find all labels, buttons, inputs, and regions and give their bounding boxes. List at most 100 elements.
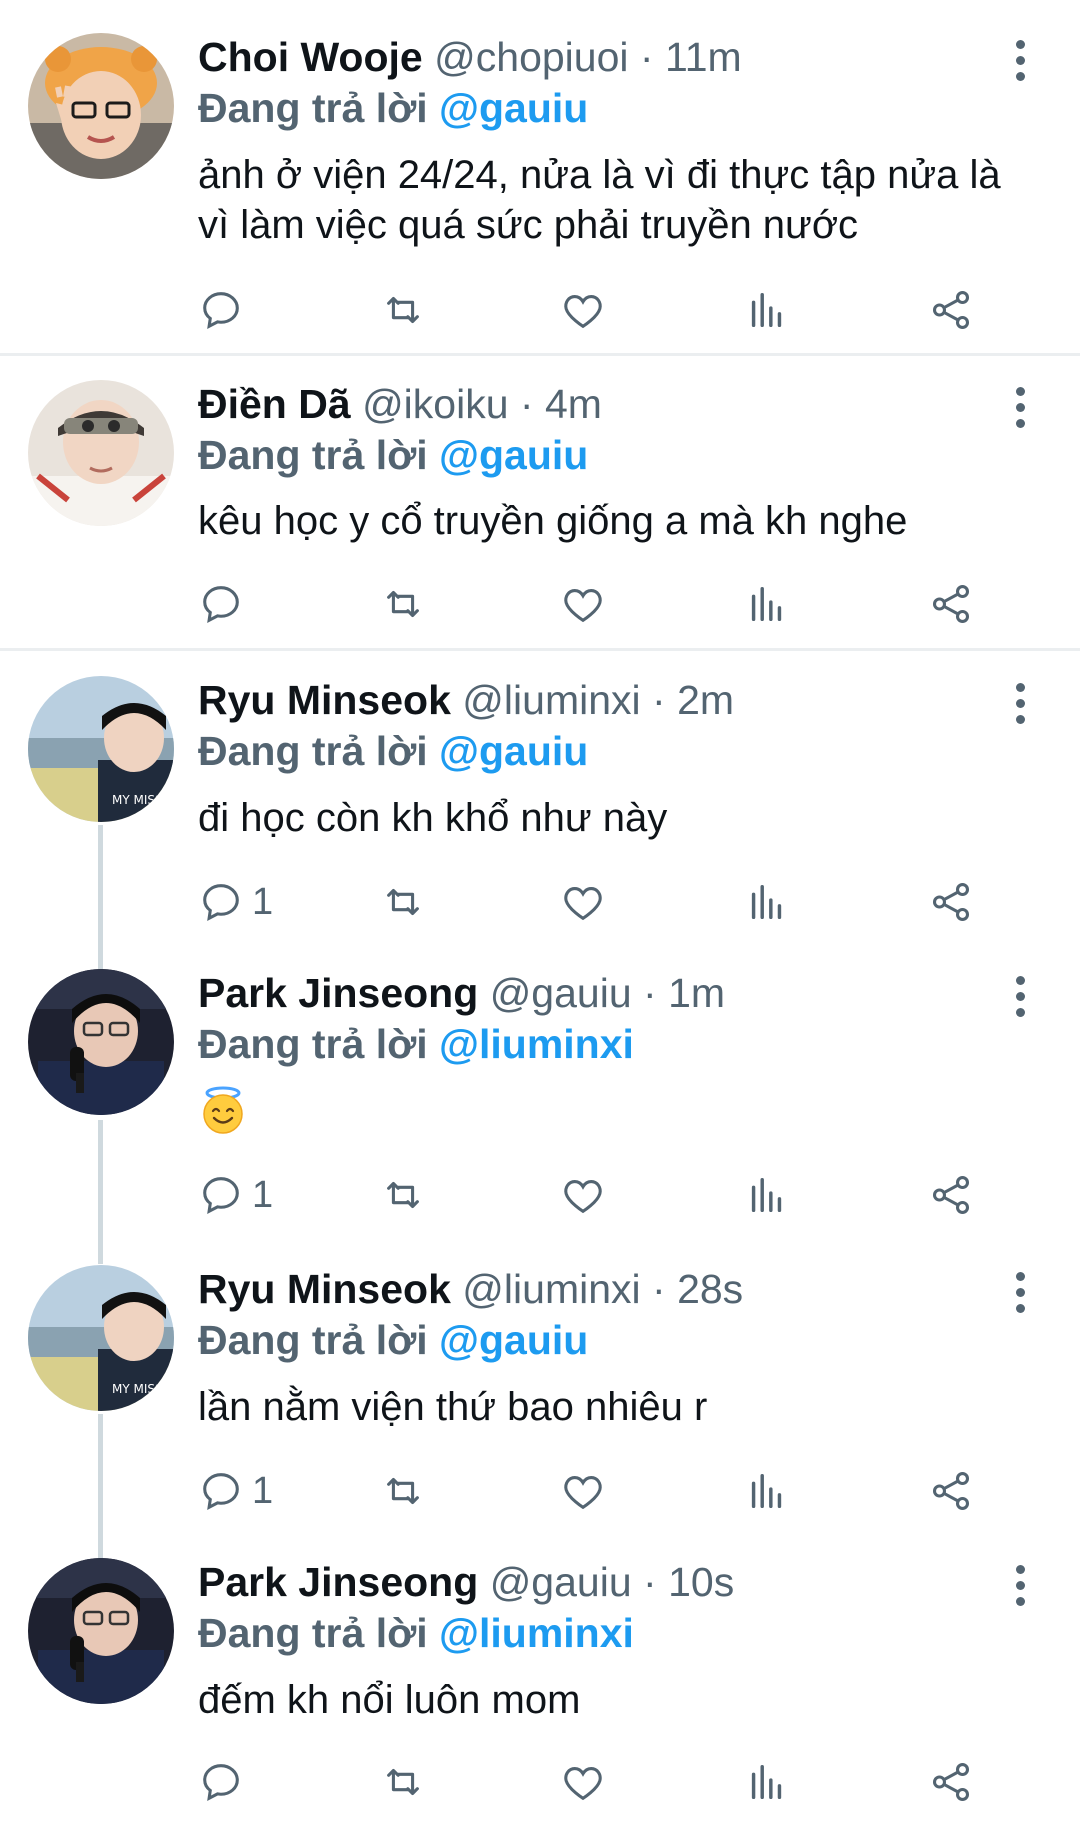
reply-button[interactable] — [198, 1754, 252, 1810]
display-name[interactable]: Điền Dã — [198, 381, 351, 427]
share-icon — [932, 585, 970, 623]
display-name[interactable]: Ryu Minseok — [198, 1266, 451, 1312]
retweet-button[interactable] — [380, 1463, 426, 1519]
timestamp[interactable]: · 4m — [520, 381, 602, 427]
tweet[interactable]: Park Jinseong @gauiu · 10s Đang trả lời … — [0, 1534, 1080, 1823]
more-icon[interactable] — [1008, 1555, 1032, 1615]
more-icon[interactable] — [1008, 1262, 1032, 1322]
tweet-text: lần nằm viện thứ bao nhiêu r — [198, 1385, 708, 1429]
mention-link[interactable]: @gauiu — [439, 85, 588, 131]
reply-icon — [203, 884, 239, 922]
retweet-icon — [387, 590, 419, 618]
reply-button[interactable]: 1 — [198, 874, 273, 930]
action-bar — [198, 1754, 1028, 1810]
timestamp[interactable]: · 10s — [643, 1559, 734, 1605]
reply-label: Đang trả lời — [198, 1317, 428, 1363]
retweet-button[interactable] — [380, 576, 426, 632]
share-button[interactable] — [928, 576, 974, 632]
retweet-button[interactable] — [380, 1754, 426, 1810]
more-icon[interactable] — [1008, 377, 1032, 437]
tweet-text: kêu học y cổ truyền giống a mà kh nghe — [198, 499, 908, 543]
display-name[interactable]: Park Jinseong — [198, 970, 478, 1016]
display-name[interactable]: Park Jinseong — [198, 1559, 478, 1605]
tweet[interactable]: Park Jinseong @gauiu · 1m Đang trả lời @… — [0, 945, 1080, 1237]
views-button[interactable] — [744, 576, 790, 632]
retweet-button[interactable] — [380, 1167, 426, 1223]
views-icon — [751, 1764, 782, 1800]
action-bar — [198, 576, 1028, 632]
tweet[interactable]: Choi Wooje @chopiuoi · 11m Đang trả lời … — [0, 0, 1080, 350]
views-button[interactable] — [744, 1167, 790, 1223]
reply-count: 1 — [252, 1173, 274, 1216]
user-handle[interactable]: @ikoiku — [362, 381, 508, 427]
tweet-header: Park Jinseong @gauiu · 1m — [198, 969, 725, 1017]
user-handle[interactable]: @chopiuoi — [434, 34, 628, 80]
retweet-icon — [387, 1768, 419, 1796]
retweet-icon — [387, 888, 419, 916]
mention-link[interactable]: @liuminxi — [439, 1610, 634, 1656]
timestamp[interactable]: · 28s — [652, 1266, 743, 1312]
display-name[interactable]: Choi Wooje — [198, 34, 423, 80]
replying-to: Đang trả lời @liuminxi — [198, 1020, 634, 1068]
display-name[interactable]: Ryu Minseok — [198, 677, 451, 723]
action-bar: 1 — [198, 1167, 1028, 1223]
user-handle[interactable]: @liuminxi — [462, 677, 640, 723]
share-button[interactable] — [928, 1754, 974, 1810]
reply-button[interactable] — [198, 576, 252, 632]
tweet[interactable]: MY MISSION Ryu Minseok @liuminxi · 2m Đa… — [0, 651, 1080, 943]
avatar[interactable] — [28, 380, 174, 526]
tweet[interactable]: Điền Dã @ikoiku · 4m Đang trả lời @gauiu… — [0, 356, 1080, 646]
like-button[interactable] — [560, 1167, 606, 1223]
views-button[interactable] — [744, 1463, 790, 1519]
mention-link[interactable]: @gauiu — [439, 1317, 588, 1363]
mention-link[interactable]: @gauiu — [439, 432, 588, 478]
share-button[interactable] — [928, 874, 974, 930]
like-button[interactable] — [560, 1754, 606, 1810]
user-handle[interactable]: @gauiu — [490, 1559, 632, 1605]
timestamp[interactable]: · 1m — [643, 970, 725, 1016]
retweet-button[interactable] — [380, 282, 426, 338]
reply-label: Đang trả lời — [198, 1610, 428, 1656]
replying-to: Đang trả lời @liuminxi — [198, 1609, 634, 1657]
share-button[interactable] — [928, 1167, 974, 1223]
smiling-face-with-halo-emoji — [203, 1086, 243, 1134]
tweet-text: đếm kh nổi luôn mom — [198, 1678, 581, 1722]
views-button[interactable] — [744, 282, 790, 338]
more-icon[interactable] — [1008, 673, 1032, 733]
reply-button[interactable]: 1 — [198, 1167, 273, 1223]
more-icon[interactable] — [1008, 30, 1032, 90]
replying-to: Đang trả lời @gauiu — [198, 431, 588, 479]
retweet-icon — [387, 1477, 419, 1505]
reply-button[interactable] — [198, 282, 252, 338]
avatar[interactable] — [28, 1558, 174, 1704]
like-button[interactable] — [560, 576, 606, 632]
reply-button[interactable]: 1 — [198, 1463, 273, 1519]
user-handle[interactable]: @gauiu — [490, 970, 632, 1016]
tweet[interactable]: MY MISSION Ryu Minseok @liuminxi · 28s Đ… — [0, 1240, 1080, 1532]
action-bar: 1 — [198, 1463, 1028, 1519]
action-bar: 1 — [198, 874, 1028, 930]
avatar[interactable] — [28, 969, 174, 1115]
like-button[interactable] — [560, 1463, 606, 1519]
avatar[interactable]: MY MISSION — [28, 676, 174, 822]
replying-to: Đang trả lời @gauiu — [198, 1316, 588, 1364]
more-icon[interactable] — [1008, 966, 1032, 1026]
share-button[interactable] — [928, 1463, 974, 1519]
views-icon — [751, 292, 782, 328]
like-button[interactable] — [560, 282, 606, 338]
mention-link[interactable]: @liuminxi — [439, 1021, 634, 1067]
timestamp[interactable]: · 11m — [640, 34, 742, 80]
avatar[interactable]: MY MISSION — [28, 1265, 174, 1411]
share-button[interactable] — [928, 282, 974, 338]
views-icon — [751, 884, 782, 920]
user-handle[interactable]: @liuminxi — [462, 1266, 640, 1312]
retweet-button[interactable] — [380, 874, 426, 930]
views-button[interactable] — [744, 874, 790, 930]
like-button[interactable] — [560, 874, 606, 930]
views-button[interactable] — [744, 1754, 790, 1810]
reply-feed: Choi Wooje @chopiuoi · 11m Đang trả lời … — [0, 0, 1080, 1823]
tweet-header: Park Jinseong @gauiu · 10s — [198, 1558, 734, 1606]
avatar[interactable] — [28, 33, 174, 179]
timestamp[interactable]: · 2m — [652, 677, 734, 723]
mention-link[interactable]: @gauiu — [439, 728, 588, 774]
